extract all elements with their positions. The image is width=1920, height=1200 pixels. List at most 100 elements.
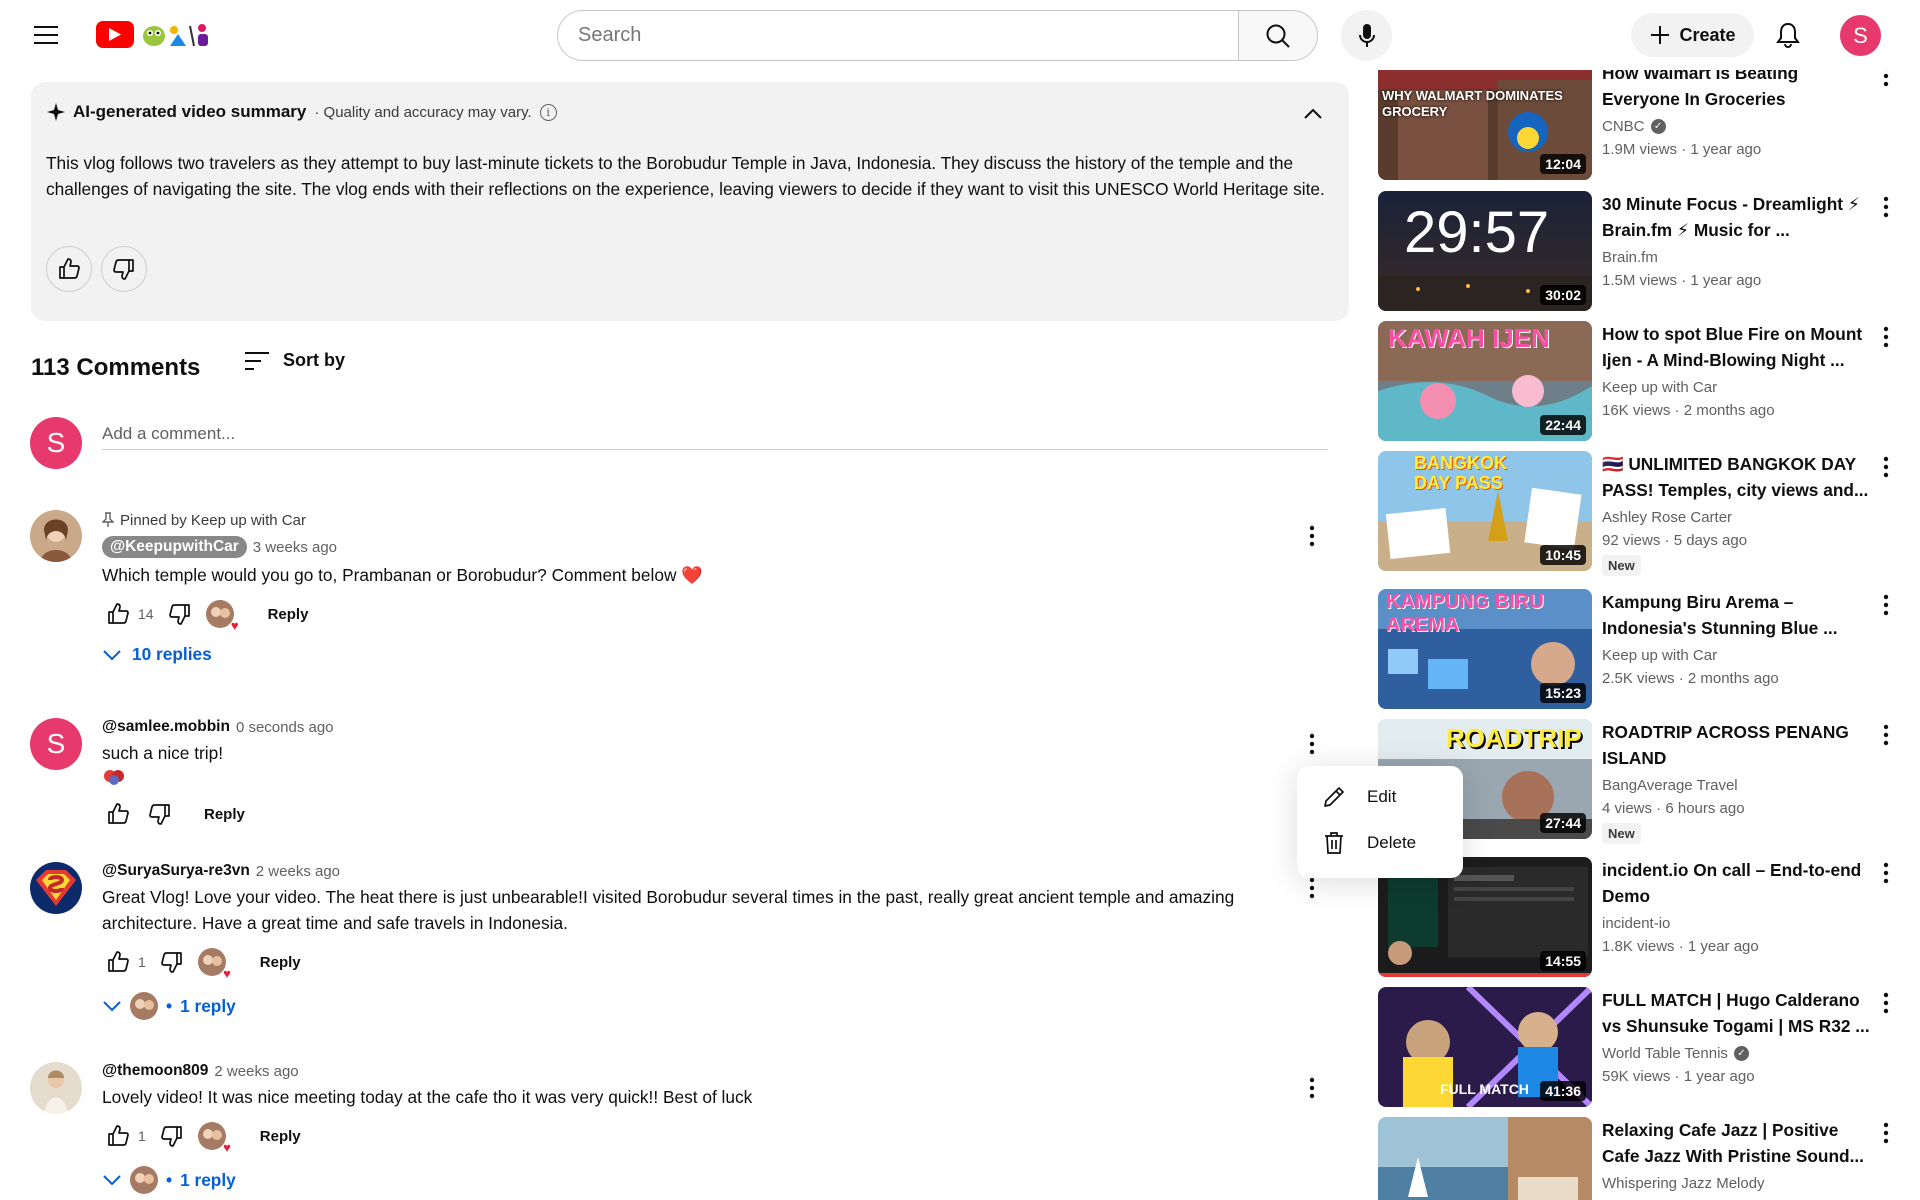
search-button[interactable]	[1238, 10, 1318, 61]
dislike-button[interactable]	[164, 598, 196, 630]
video-more-button[interactable]	[1874, 719, 1898, 751]
notifications-button[interactable]	[1766, 15, 1810, 55]
replies-toggle[interactable]: • 1 reply	[102, 992, 1302, 1020]
collapse-summary-button[interactable]	[1295, 96, 1331, 132]
reply-button[interactable]: Reply	[196, 800, 253, 829]
recommendation-item[interactable]: 29:57 30:02 30 Minute Focus - Dreamlight…	[1378, 191, 1898, 311]
account-avatar[interactable]: S	[1840, 15, 1881, 56]
channel-label: BangAverage Travel	[1602, 777, 1738, 794]
recommendation-item[interactable]: KAMPUNG BIRU AREMA 15:23 Kampung Biru Ar…	[1378, 589, 1898, 709]
bullet-separator: •	[166, 1169, 173, 1190]
channel-name[interactable]: Ashley Rose Carter	[1602, 509, 1872, 526]
comment-time[interactable]: 2 weeks ago	[214, 1063, 298, 1080]
info-icon[interactable]: i	[539, 103, 557, 121]
channel-name[interactable]: BangAverage Travel	[1602, 777, 1872, 794]
dislike-button[interactable]	[144, 798, 176, 830]
video-more-button[interactable]	[1874, 857, 1898, 889]
commenter-avatar[interactable]: S	[30, 718, 82, 770]
sparkle-icon	[47, 103, 65, 121]
video-title[interactable]: How Walmart Is Beating Everyone In Groce…	[1602, 70, 1872, 112]
edit-menu-item[interactable]: Edit	[1297, 774, 1463, 820]
dislike-button[interactable]	[156, 1120, 188, 1152]
delete-menu-item[interactable]: Delete	[1297, 820, 1463, 866]
video-title[interactable]: 30 Minute Focus - Dreamlight ⚡ Brain.fm …	[1602, 191, 1872, 243]
voice-search-button[interactable]	[1341, 10, 1392, 61]
comment-author[interactable]: @themoon809	[102, 1062, 208, 1080]
recommendation-item[interactable]: FULL MATCH 41:36 FULL MATCH | Hugo Calde…	[1378, 987, 1898, 1107]
hamburger-menu-icon[interactable]	[22, 15, 70, 55]
video-title[interactable]: How to spot Blue Fire on Mount Ijen - A …	[1602, 321, 1872, 373]
comment-time[interactable]: 0 seconds ago	[236, 719, 334, 736]
video-thumbnail[interactable]: FULL MATCH 41:36	[1378, 987, 1592, 1107]
like-button[interactable]	[102, 598, 134, 630]
more-vert-icon	[1309, 877, 1315, 899]
sort-by-button[interactable]: Sort by	[245, 350, 345, 371]
edit-label: Edit	[1367, 787, 1397, 806]
like-button[interactable]	[102, 946, 134, 978]
comment-author[interactable]: @samlee.mobbin	[102, 718, 230, 736]
video-thumbnail[interactable]: KAMPUNG BIRU AREMA 15:23	[1378, 589, 1592, 709]
video-more-button[interactable]	[1874, 1117, 1898, 1149]
comment-time[interactable]: 3 weeks ago	[253, 539, 337, 556]
comment-more-button[interactable]	[1296, 520, 1328, 552]
video-thumbnail[interactable]: BANGKOK DAY PASS 10:45	[1378, 451, 1592, 571]
recommendation-item[interactable]: WHY WALMART DOMINATES GROCERY 12:04 How …	[1378, 70, 1898, 180]
replies-toggle[interactable]: • 1 reply	[102, 1166, 1302, 1194]
video-thumbnail[interactable]: 29:57 30:02	[1378, 191, 1592, 311]
video-more-button[interactable]	[1874, 451, 1898, 483]
thumbnail-caption: ROADTRIP	[1446, 723, 1582, 753]
comment-time[interactable]: 2 weeks ago	[256, 863, 340, 880]
channel-name[interactable]: incident-io	[1602, 915, 1872, 932]
channel-name[interactable]: Keep up with Car	[1602, 647, 1872, 664]
like-button[interactable]	[102, 798, 134, 830]
video-more-button[interactable]	[1874, 589, 1898, 621]
microphone-icon	[1358, 23, 1375, 47]
channel-name[interactable]: Brain.fm	[1602, 249, 1872, 266]
channel-name[interactable]: CNBC ✓	[1602, 118, 1872, 135]
video-title[interactable]: 🇹🇭 UNLIMITED BANGKOK DAY PASS! Temples, …	[1602, 451, 1872, 503]
recommendation-item[interactable]: Relaxing Cafe Jazz | Positive Cafe Jazz …	[1378, 1117, 1898, 1200]
comment-author[interactable]: @KeepupwithCar	[102, 536, 247, 558]
comment-author[interactable]: @SuryaSurya-re3vn	[102, 862, 250, 880]
recommendation-item[interactable]: KAWAH IJEN 22:44 How to spot Blue Fire o…	[1378, 321, 1898, 441]
channel-name[interactable]: World Table Tennis ✓	[1602, 1045, 1872, 1062]
video-thumbnail[interactable]	[1378, 1117, 1592, 1200]
comment-more-button[interactable]	[1296, 1072, 1328, 1104]
video-title[interactable]: FULL MATCH | Hugo Calderano vs Shunsuke …	[1602, 987, 1872, 1039]
reply-button[interactable]: Reply	[252, 1122, 309, 1151]
video-more-button[interactable]	[1874, 321, 1898, 353]
add-comment-input[interactable]	[102, 418, 1328, 450]
create-button[interactable]: Create	[1631, 13, 1754, 57]
replies-toggle[interactable]: 10 replies	[102, 644, 1302, 665]
video-more-button[interactable]	[1874, 987, 1898, 1019]
video-title[interactable]: Kampung Biru Arema – Indonesia's Stunnin…	[1602, 589, 1872, 641]
thumbs-down-icon	[113, 259, 134, 280]
recommendation-item[interactable]: BANGKOK DAY PASS 10:45 🇹🇭 UNLIMITED BANG…	[1378, 451, 1898, 579]
video-thumbnail[interactable]: KAWAH IJEN 22:44	[1378, 321, 1592, 441]
video-title[interactable]: incident.io On call – End-to-end Demo	[1602, 857, 1872, 909]
comments-count: 113 Comments	[31, 354, 201, 381]
commenter-avatar[interactable]	[30, 1062, 82, 1114]
video-thumbnail[interactable]: WHY WALMART DOMINATES GROCERY 12:04	[1378, 70, 1592, 180]
video-stats: 4 views · 6 hours ago	[1602, 800, 1745, 817]
channel-name[interactable]: Keep up with Car	[1602, 379, 1872, 396]
summary-like-button[interactable]	[46, 246, 92, 292]
video-more-button[interactable]	[1874, 70, 1898, 92]
like-button[interactable]	[102, 1120, 134, 1152]
search-input[interactable]	[557, 10, 1238, 61]
commenter-avatar[interactable]	[30, 510, 82, 562]
youtube-logo[interactable]	[96, 20, 214, 48]
video-info: FULL MATCH | Hugo Calderano vs Shunsuke …	[1602, 987, 1872, 1085]
more-vert-icon	[1883, 326, 1889, 348]
comment-body: Pinned by Keep up with Car @KeepupwithCa…	[102, 510, 1302, 665]
channel-name[interactable]: Whispering Jazz Melody	[1602, 1175, 1872, 1192]
video-more-button[interactable]	[1874, 191, 1898, 223]
reply-button[interactable]: Reply	[252, 948, 309, 977]
video-title[interactable]: Relaxing Cafe Jazz | Positive Cafe Jazz …	[1602, 1117, 1872, 1169]
dislike-button[interactable]	[156, 946, 188, 978]
comment-more-button[interactable]	[1296, 728, 1328, 760]
reply-button[interactable]: Reply	[260, 600, 317, 629]
video-title[interactable]: ROADTRIP ACROSS PENANG ISLAND	[1602, 719, 1872, 771]
summary-dislike-button[interactable]	[101, 246, 147, 292]
commenter-avatar[interactable]	[30, 862, 82, 914]
